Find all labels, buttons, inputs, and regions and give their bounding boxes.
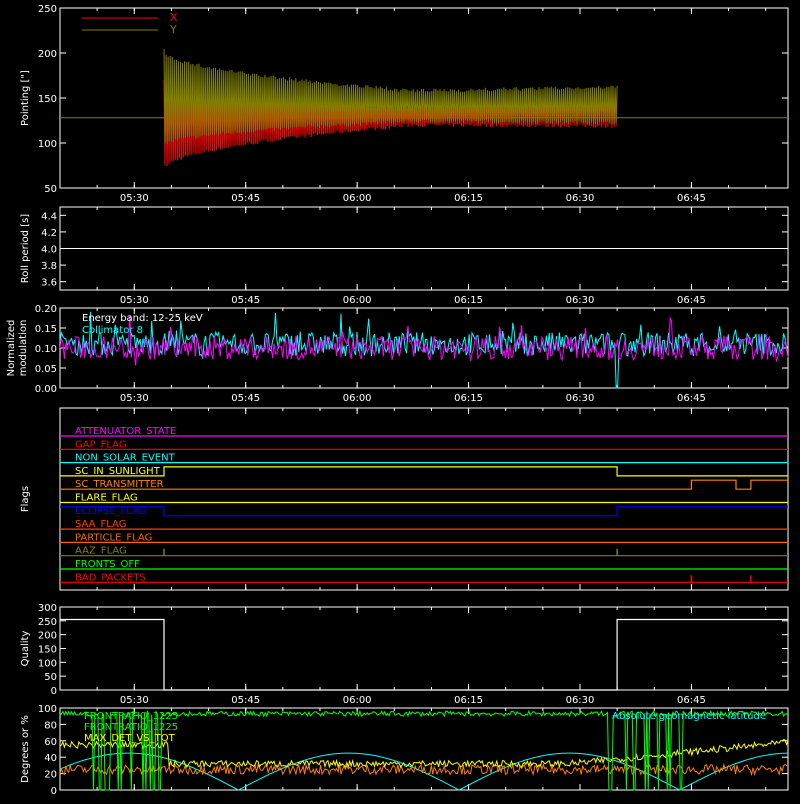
x-tick-label: 05:45 xyxy=(231,295,260,306)
y-tick-label: 100 xyxy=(38,658,57,669)
x-tick-label: 06:00 xyxy=(343,393,372,404)
y-axis-label: Degrees or % xyxy=(20,715,31,783)
x-tick-label: 05:45 xyxy=(231,695,260,706)
legend-label: MAX_DET_VS_TOT xyxy=(84,733,176,744)
x-tick-label: 05:45 xyxy=(231,393,260,404)
flag-label: FRONTS_OFF xyxy=(75,559,140,570)
y-tick-label: 0.00 xyxy=(35,384,57,395)
y-tick-label: 300 xyxy=(38,603,57,614)
y-tick-label: 3.8 xyxy=(41,261,57,272)
y-tick-label: 60 xyxy=(44,737,57,748)
x-tick-label: 06:30 xyxy=(566,295,595,306)
x-tick-label: 05:30 xyxy=(120,695,149,706)
y-axis-label: Roll period [s] xyxy=(20,214,31,283)
x-tick-label: 06:15 xyxy=(454,393,483,404)
y-tick-label: 150 xyxy=(38,94,57,105)
flag-label: ATTENUATOR_STATE xyxy=(75,426,176,437)
y-tick-label: 0 xyxy=(51,686,57,697)
legend-label: Absolute geomagnetic latitude xyxy=(612,711,766,722)
legend-label: FRONTRATIO_1225 xyxy=(84,711,178,722)
y-tick-label: 250 xyxy=(38,617,57,628)
y-tick-label: 0.15 xyxy=(35,324,57,335)
flag-label: ECLIPSE_FLAG xyxy=(75,506,146,517)
x-tick-label: 06:00 xyxy=(343,695,372,706)
x-tick-label: 06:45 xyxy=(677,393,706,404)
y-tick-label: 4.4 xyxy=(41,211,57,222)
legend-label: Y xyxy=(169,23,177,36)
y-tick-label: 200 xyxy=(38,49,57,60)
y-tick-label: 100 xyxy=(38,704,57,715)
y-tick-label: 0.05 xyxy=(35,364,57,375)
y-tick-label: 3.6 xyxy=(41,278,57,289)
x-tick-label: 06:15 xyxy=(454,193,483,204)
flag-label: GAP_FLAG xyxy=(75,439,127,450)
hessi-quicklook-figure: 05:30 05:45 06:00 06:15 06:30 06:45 50 100 150 20… xyxy=(0,0,800,800)
x-tick-label: 06:30 xyxy=(566,193,595,204)
x-tick-label: 06:00 xyxy=(343,193,372,204)
y-axis-label: Pointing ["] xyxy=(20,70,31,126)
x-tick-label: 05:30 xyxy=(120,393,149,404)
y-tick-label: 80 xyxy=(44,720,57,731)
annotation-collimator: Collimator 8 xyxy=(82,325,143,336)
flag-label: SC_TRANSMITTER xyxy=(75,479,164,490)
y-axis-label: Quality xyxy=(20,631,31,667)
flag-label: BAD_PACKETS xyxy=(75,572,146,583)
y-tick-label: 4.0 xyxy=(41,245,57,256)
flag-label: SC_IN_SUNLIGHT xyxy=(75,466,161,477)
y-tick-label: 0.20 xyxy=(35,304,57,315)
x-tick-label: 05:30 xyxy=(120,193,149,204)
x-tick-label: 06:15 xyxy=(454,695,483,706)
y-tick-label: 150 xyxy=(38,645,57,656)
y-tick-label: 200 xyxy=(38,631,57,642)
y-tick-label: 0.10 xyxy=(35,344,57,355)
flag-label: AAZ_FLAG xyxy=(75,546,127,557)
flag-label: SAA_FLAG xyxy=(75,519,126,530)
flag-label: FLARE_FLAG xyxy=(75,493,138,504)
flag-label: PARTICLE_FLAG xyxy=(75,532,152,543)
y-tick-label: 50 xyxy=(44,184,57,195)
x-tick-label: 06:30 xyxy=(566,393,595,404)
y-axis-label: Flags xyxy=(20,486,31,512)
y-tick-label: 50 xyxy=(44,672,57,683)
x-tick-label: 05:45 xyxy=(231,193,260,204)
x-tick-label: 05:30 xyxy=(120,295,149,306)
y-axis-label: modulation xyxy=(18,320,29,377)
x-tick-label: 06:45 xyxy=(677,295,706,306)
flag-label: NON_SOLAR_EVENT xyxy=(75,453,176,464)
y-axis-label: Normalized xyxy=(6,320,17,377)
y-tick-label: 40 xyxy=(44,753,57,764)
x-tick-label: 06:30 xyxy=(566,695,595,706)
y-tick-label: 0 xyxy=(51,786,57,797)
x-tick-label: 06:45 xyxy=(677,695,706,706)
legend-label: FRONTRATIO_1225 xyxy=(84,722,178,733)
y-tick-label: 250 xyxy=(38,4,57,15)
y-tick-label: 20 xyxy=(44,770,57,781)
annotation-energy-band: Energy band: 12-25 keV xyxy=(82,313,203,324)
y-tick-label: 100 xyxy=(38,139,57,150)
y-tick-label: 4.2 xyxy=(41,228,57,239)
x-tick-label: 06:15 xyxy=(454,295,483,306)
x-tick-label: 06:00 xyxy=(343,295,372,306)
x-tick-label: 06:45 xyxy=(677,193,706,204)
